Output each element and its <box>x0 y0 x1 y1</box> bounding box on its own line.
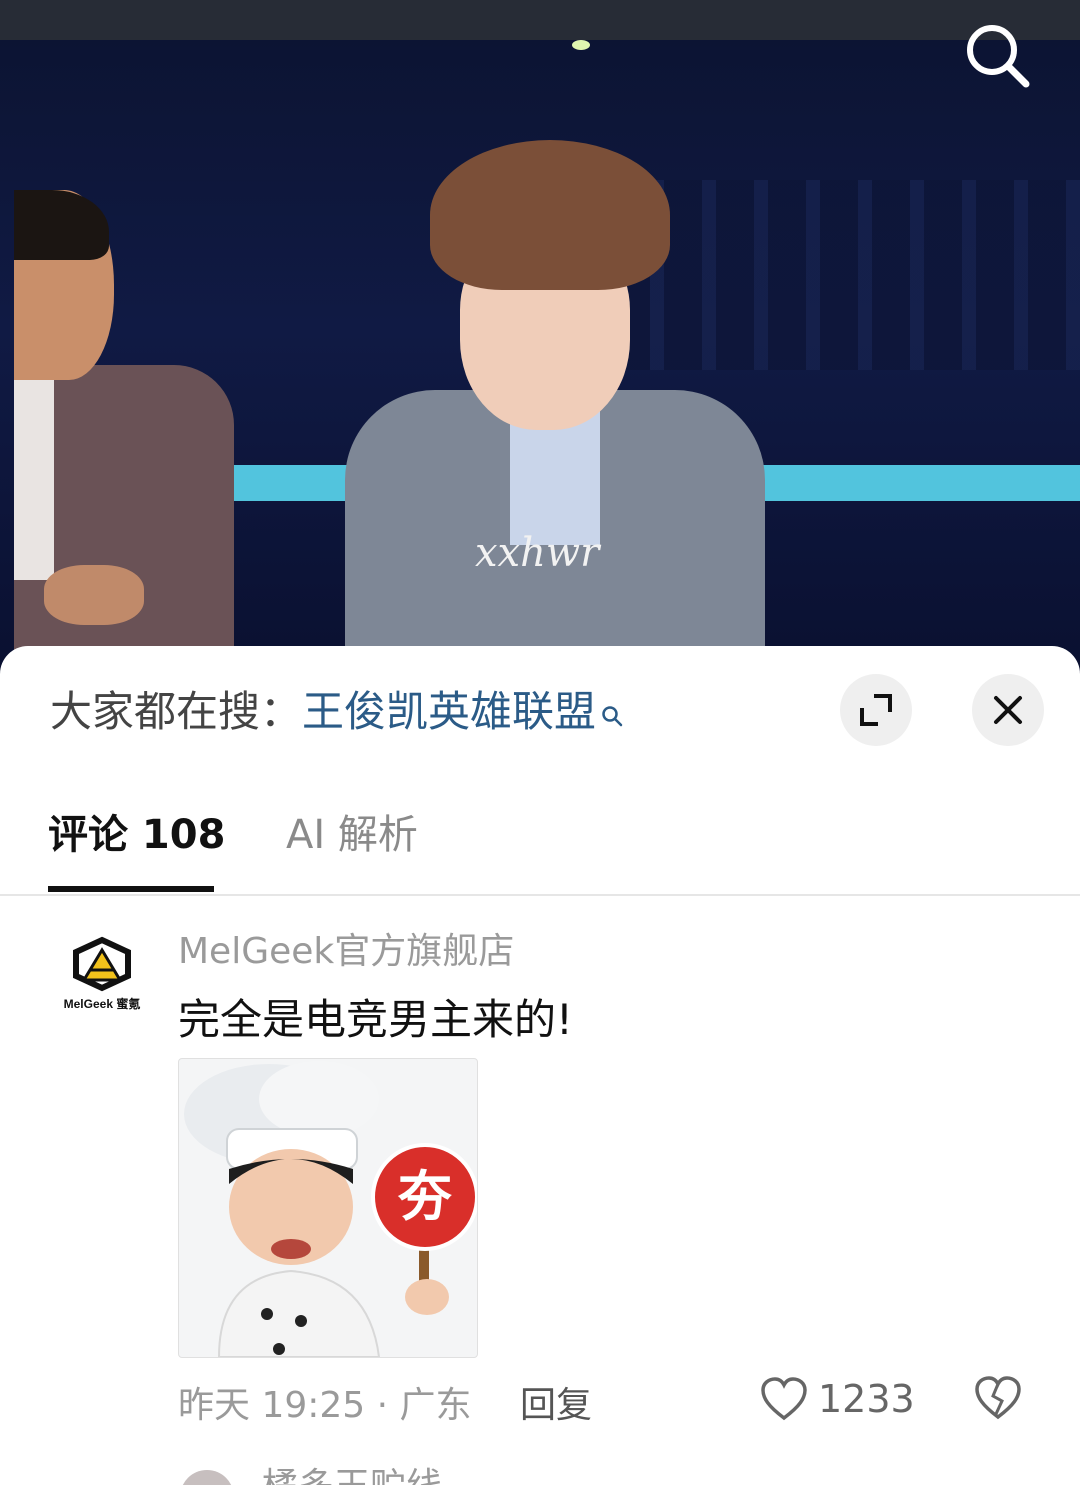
chef-sticker: 夯 <box>184 1061 477 1357</box>
hot-search-term[interactable]: 王俊凯英雄联盟 <box>302 687 596 736</box>
person-left-shirt <box>14 380 54 580</box>
like-count: 1233 <box>818 1377 915 1421</box>
close-icon <box>994 696 1022 724</box>
tab-bar: 评论 108 AI 解析 <box>0 804 1080 896</box>
svg-text:夯: 夯 <box>397 1165 452 1228</box>
person-left <box>14 190 234 680</box>
avatar[interactable] <box>180 1470 234 1485</box>
hot-search-bar[interactable]: 大家都在搜：王俊凯英雄联盟 <box>50 686 624 740</box>
search-button[interactable] <box>960 18 1036 94</box>
stage-spotlight <box>572 40 590 50</box>
small-search-icon <box>600 688 624 740</box>
reply-button[interactable]: 回复 <box>520 1376 592 1428</box>
avatar[interactable]: MelGeek 蜜氪 <box>50 926 154 1030</box>
close-button[interactable] <box>972 674 1044 746</box>
person-left-hands <box>44 565 144 625</box>
svg-text:MelGeek 蜜氪: MelGeek 蜜氪 <box>64 996 141 1011</box>
status-bar <box>0 0 1080 40</box>
video-player[interactable]: xxhwr <box>0 40 1080 680</box>
expand-button[interactable] <box>840 674 912 746</box>
tab-comments[interactable]: 评论 108 <box>48 810 225 860</box>
broken-heart-icon <box>975 1376 1021 1420</box>
tab-ai-analysis[interactable]: AI 解析 <box>286 810 418 860</box>
comment-sheet: 大家都在搜：王俊凯英雄联盟 评论 108 AI 解析 MelGeek 蜜氪 Me… <box>0 646 1080 1485</box>
search-icon <box>967 25 1030 88</box>
heart-icon <box>761 1377 807 1421</box>
person-center-hair <box>430 140 670 290</box>
comment-author[interactable]: MelGeek官方旗舰店 <box>178 922 514 974</box>
next-comment-peek: 橘多玉贮线 <box>0 1464 1080 1485</box>
video-watermark: xxhwr <box>475 530 600 576</box>
expand-icon <box>860 694 892 726</box>
person-left-hair <box>14 190 109 260</box>
comment-sticker-image[interactable]: 夯 <box>178 1058 478 1358</box>
dislike-button[interactable] <box>974 1374 1022 1426</box>
person-center <box>345 140 765 660</box>
comment-text: 完全是电竞男主来的! <box>178 995 573 1044</box>
next-comment-author[interactable]: 橘多玉贮线 <box>262 1464 442 1485</box>
active-tab-indicator <box>48 886 214 892</box>
melgeek-logo-icon: MelGeek 蜜氪 <box>64 936 141 1011</box>
like-button[interactable]: 1233 <box>760 1374 915 1424</box>
comment-time-location: 昨天 19:25 · 广东 <box>178 1385 472 1426</box>
hot-search-prefix: 大家都在搜： <box>50 687 303 736</box>
